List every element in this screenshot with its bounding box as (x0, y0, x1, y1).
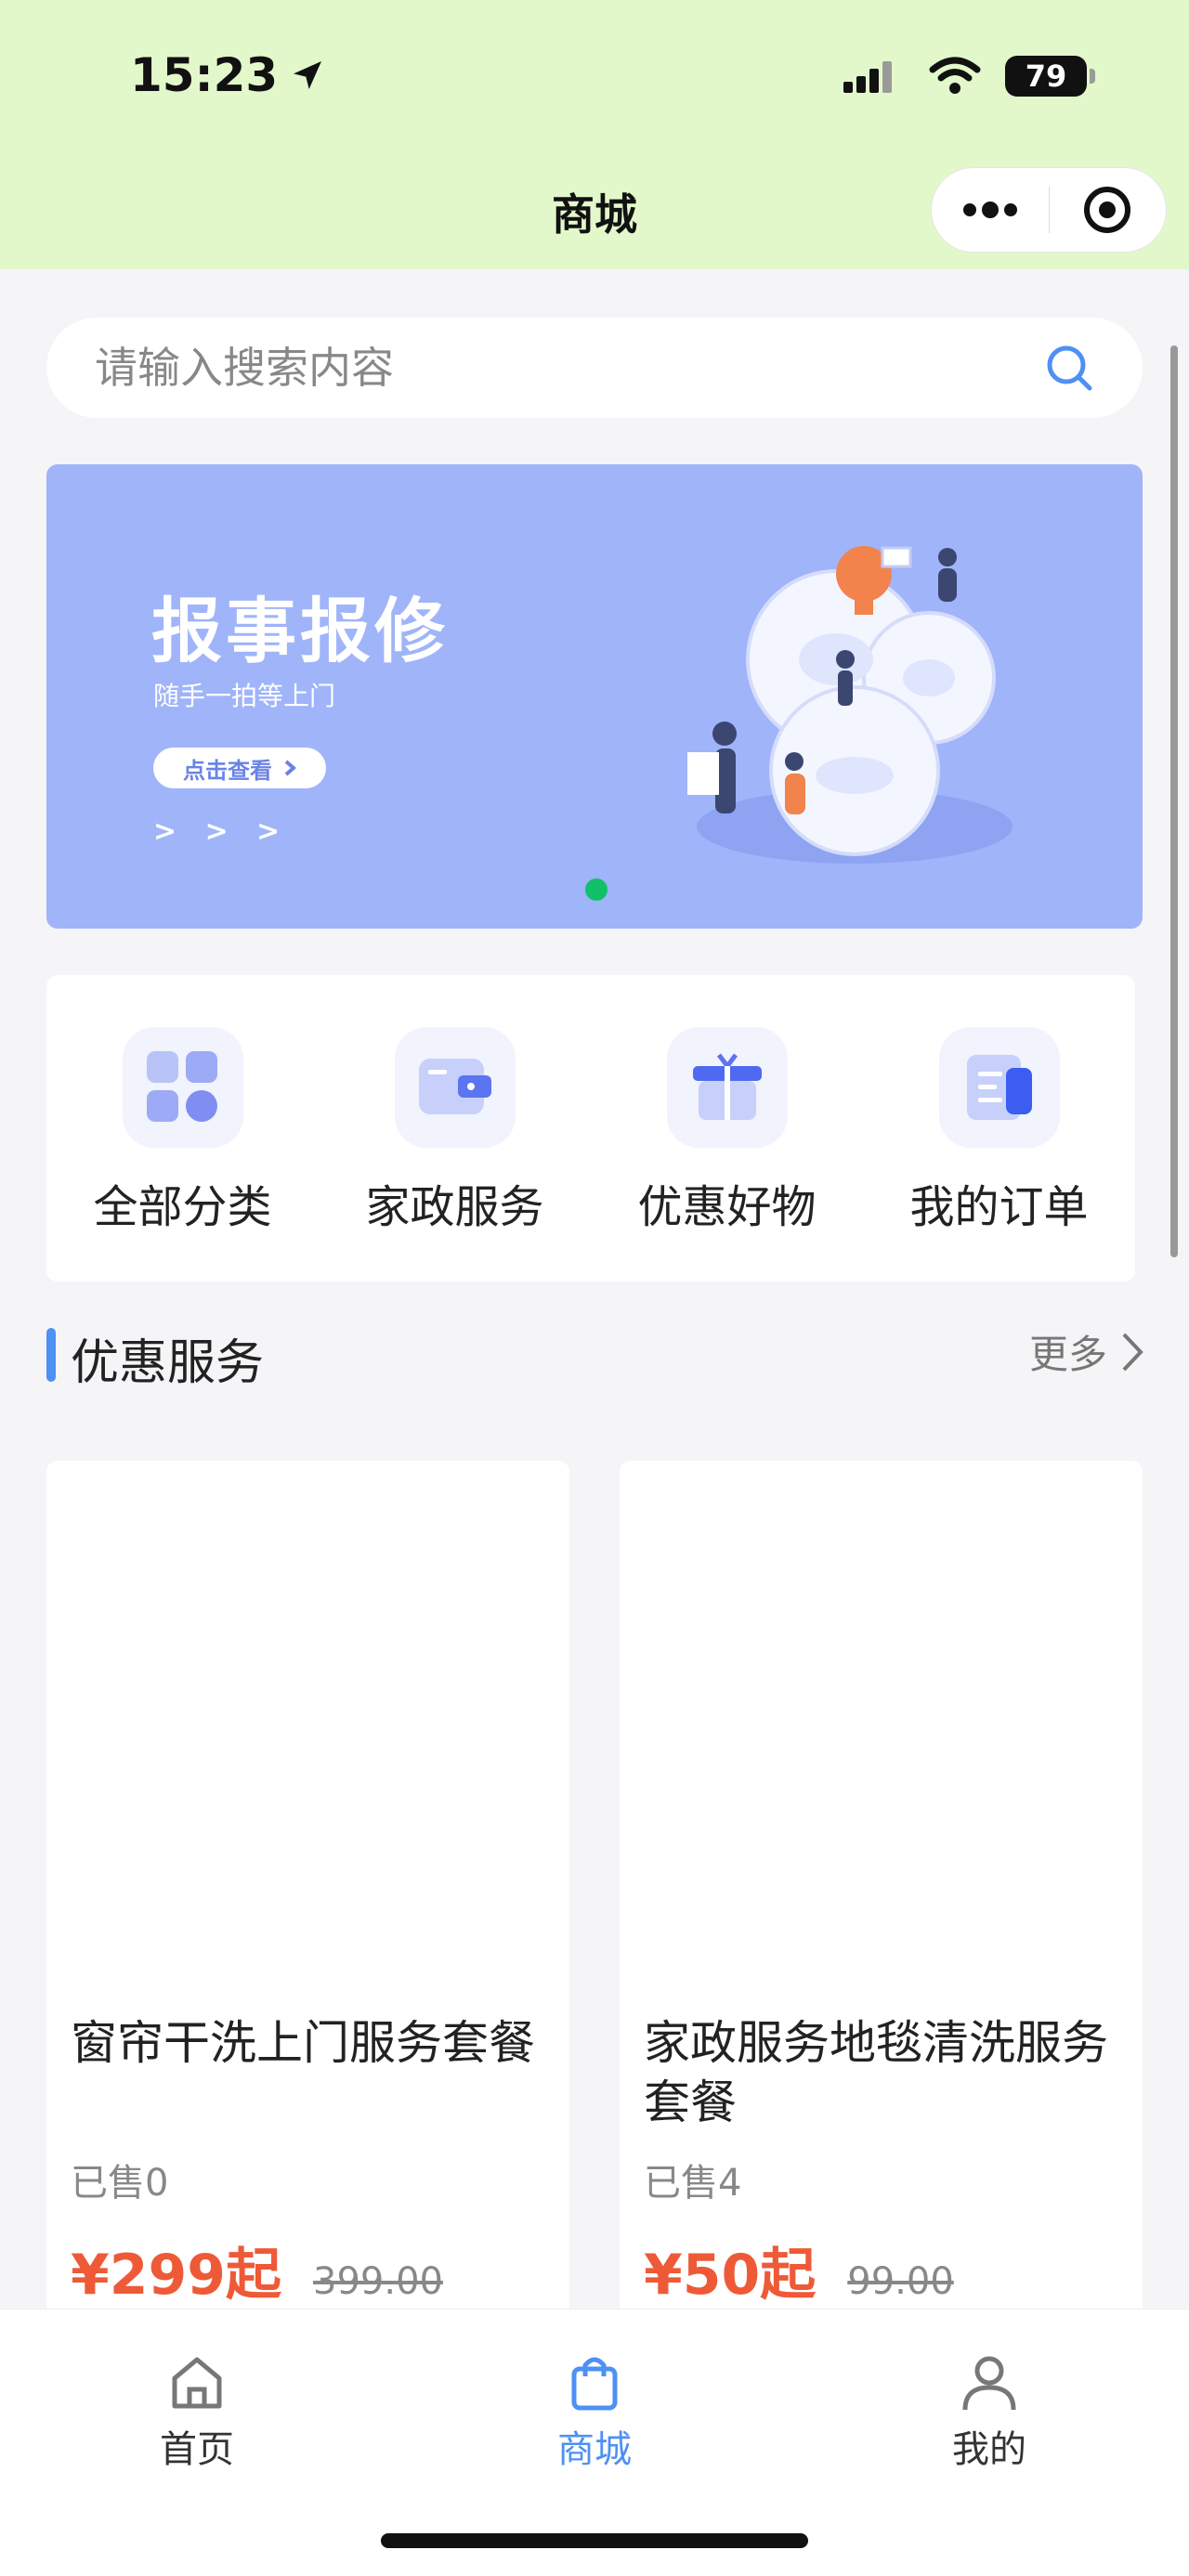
product-card[interactable]: 家政服务地毯清洗服务套餐 已售4 ¥50起 99.00 (620, 1461, 1143, 2343)
status-time-text: 15:23 (130, 48, 279, 102)
header: 15:23 79 商城 (0, 0, 1189, 269)
product-sold-count: 已售4 (644, 2162, 742, 2205)
category-my-orders[interactable]: 我的订单 (863, 975, 1135, 1281)
status-time: 15:23 (130, 48, 326, 102)
tab-mall[interactable]: 商城 (492, 2352, 697, 2473)
battery-indicator: 79 (1005, 56, 1095, 97)
banner-title: 报事报修 (151, 590, 449, 672)
banner-view-button[interactable]: 点击查看 (153, 748, 326, 788)
tab-label: 商城 (557, 2428, 632, 2471)
search-input[interactable] (95, 343, 1044, 393)
grid-icon (122, 1027, 243, 1148)
carousel-indicator-dot[interactable] (585, 878, 608, 901)
location-arrow-icon (294, 61, 322, 89)
target-circle-icon (1084, 187, 1131, 233)
section-accent-bar (46, 1328, 56, 1382)
product-original-price: 399.00 (313, 2260, 443, 2303)
home-indicator (381, 2533, 808, 2548)
mini-program-capsule (931, 167, 1167, 253)
tab-home[interactable]: 首页 (95, 2352, 299, 2473)
status-icons: 79 (843, 56, 1095, 97)
repair-gears-illustration (687, 546, 1013, 864)
category-label: 全部分类 (93, 1181, 272, 1233)
category-grid: 全部分类 家政服务 优惠好物 我的订单 (46, 975, 1135, 1281)
more-label: 更多 (1028, 1332, 1107, 1377)
category-all[interactable]: 全部分类 (46, 975, 319, 1281)
more-dots-icon (962, 202, 1017, 218)
banner-arrows: > > > (153, 815, 290, 848)
product-price: ¥50起 (644, 2243, 817, 2308)
search-bar[interactable] (46, 318, 1143, 418)
category-deals[interactable]: 优惠好物 (591, 975, 863, 1281)
shopping-bag-icon (571, 2357, 618, 2411)
order-icon (938, 1027, 1060, 1148)
product-image[interactable] (46, 1461, 569, 1962)
gift-icon (666, 1027, 788, 1148)
chevron-right-icon (1122, 1333, 1143, 1371)
product-sold-count: 已售0 (71, 2162, 169, 2205)
tab-label: 我的 (952, 2428, 1026, 2471)
chevron-right-icon (284, 760, 296, 776)
product-price-row: ¥299起 399.00 (71, 2230, 443, 2310)
section-more-link[interactable]: 更多 (1029, 1323, 1144, 1380)
wifi-icon (929, 57, 981, 94)
signal-icon (843, 61, 892, 93)
category-label: 优惠好物 (637, 1181, 817, 1233)
search-icon[interactable] (1044, 343, 1094, 393)
product-name: 窗帘干洗上门服务套餐 (71, 2016, 535, 2070)
more-menu-button[interactable] (932, 168, 1049, 252)
product-name: 家政服务地毯清洗服务套餐 (644, 2016, 1108, 2129)
home-icon (172, 2357, 222, 2409)
user-icon (962, 2356, 1016, 2411)
banner-button-label: 点击查看 (183, 757, 272, 784)
product-price-row: ¥50起 99.00 (644, 2230, 954, 2310)
category-housekeeping[interactable]: 家政服务 (319, 975, 591, 1281)
category-label: 我的订单 (909, 1181, 1089, 1233)
tab-me[interactable]: 我的 (887, 2352, 1091, 2473)
category-label: 家政服务 (365, 1181, 544, 1233)
product-original-price: 99.00 (847, 2260, 954, 2303)
wallet-icon (394, 1027, 516, 1148)
product-image[interactable] (620, 1461, 1143, 1962)
product-card[interactable]: 窗帘干洗上门服务套餐 已售0 ¥299起 399.00 (46, 1461, 569, 2343)
promo-banner[interactable]: 报事报修 随手一拍等上门 点击查看 > > > (46, 464, 1143, 929)
section-title: 优惠服务 (71, 1335, 265, 1391)
scrollbar[interactable] (1170, 345, 1178, 1257)
tab-label: 首页 (160, 2428, 234, 2471)
close-mini-program-button[interactable] (1049, 168, 1166, 252)
banner-subtitle: 随手一拍等上门 (153, 681, 336, 711)
product-price: ¥299起 (71, 2243, 281, 2308)
